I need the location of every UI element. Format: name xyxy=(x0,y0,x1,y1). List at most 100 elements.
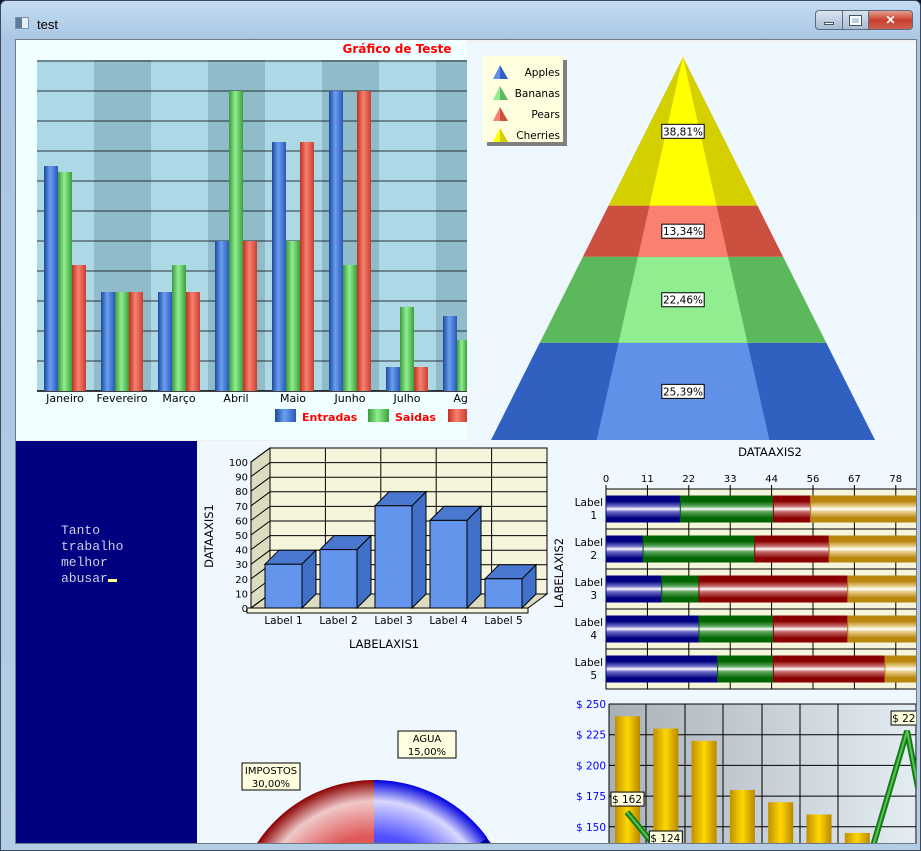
y-tick-label: 2 xyxy=(590,550,597,562)
data-label: $ 228 xyxy=(892,713,917,725)
bar-side xyxy=(411,490,427,610)
bar-saidas xyxy=(172,265,186,391)
value-label: 13,34% xyxy=(663,226,703,238)
x-tick-label: Maio xyxy=(280,392,306,405)
y-tick-label: 70 xyxy=(235,502,248,513)
memo-line: Tanto xyxy=(61,523,101,538)
maximize-button[interactable] xyxy=(842,10,869,30)
value-label: 38,81% xyxy=(663,126,703,138)
data-label: $ 124 xyxy=(650,833,680,844)
bar-series3 xyxy=(243,241,257,391)
bar-series3 xyxy=(414,367,428,391)
x-tick-label: Fevereiro xyxy=(97,392,148,405)
legend-swatch xyxy=(275,409,296,422)
bar-entradas xyxy=(101,292,115,391)
y-axis-title: LABELAXIS2 xyxy=(552,538,566,608)
bar xyxy=(844,832,870,843)
x-axis-title: LABELAXIS1 xyxy=(349,637,419,651)
y-tick-label: 10 xyxy=(235,589,248,600)
y-tick-label: Label xyxy=(575,497,603,509)
legend-label: Cherries xyxy=(516,130,560,142)
y-tick-label: 3 xyxy=(590,590,597,602)
bar xyxy=(806,814,832,843)
y-tick-label: $ 175 xyxy=(576,791,606,803)
y-tick-label: 100 xyxy=(229,458,248,469)
window-title: test xyxy=(37,17,58,32)
bar xyxy=(429,519,468,609)
bar-saidas xyxy=(286,241,300,391)
x-tick-label: Janeiro xyxy=(45,392,84,405)
y-tick-label: 30 xyxy=(235,560,248,571)
x-tick-label: Label 5 xyxy=(484,615,522,627)
pyramid-chart: 25,39% 22,46% 13,34% 38,81% Apples Bananas Pea… xyxy=(467,42,916,442)
y-tick-label: Label xyxy=(575,537,603,549)
stacked-bar-segment xyxy=(772,615,849,643)
y-tick-label: 4 xyxy=(590,630,597,642)
x-tick-label: 11 xyxy=(641,474,654,485)
legend-label: Bananas xyxy=(515,88,560,100)
x-tick-label: Label 1 xyxy=(264,615,302,627)
x-tick-label: Abril xyxy=(223,392,248,405)
stacked-bar-segment xyxy=(605,535,644,563)
bar xyxy=(319,549,358,609)
bar-entradas xyxy=(272,142,286,391)
bar xyxy=(374,505,413,609)
memo-text[interactable]: Tanto trabalho melhor abusar xyxy=(61,523,123,587)
y-tick-label: 1 xyxy=(590,510,597,522)
minimize-icon xyxy=(824,21,834,25)
app-window: test ✕ Janeiro Fevereiro Março Abril Maio Jun… xyxy=(0,0,921,851)
stacked-bar-segment xyxy=(754,535,830,563)
y-tick-label: Label xyxy=(575,657,603,669)
y-tick-label: 40 xyxy=(235,546,248,557)
bar-saidas xyxy=(343,265,357,391)
pie-label-pct: 30,00% xyxy=(252,779,290,790)
x-tick-label: 33 xyxy=(724,474,737,485)
x-tick-label: 67 xyxy=(848,474,861,485)
stacked-bar-segment xyxy=(847,615,916,643)
x-tick-label: 22 xyxy=(682,474,695,485)
value-label: 22,46% xyxy=(663,295,703,307)
y-tick-label: Label xyxy=(575,577,603,589)
stacked-bar-segment xyxy=(847,575,916,603)
x-axis-title: DATAAXIS2 xyxy=(738,445,802,459)
monthly-bar-chart: Janeiro Fevereiro Março Abril Maio Junho Julho… xyxy=(16,40,467,440)
x-tick-label: Ago xyxy=(453,392,467,405)
value-label: 25,39% xyxy=(663,386,703,398)
x-tick-label: 44 xyxy=(765,474,778,485)
y-tick-label: $ 225 xyxy=(576,730,606,742)
minimize-button[interactable] xyxy=(815,10,843,30)
stacked-and-combo-panel: 0 11 22 33 44 56 67 78 Label 1 Label 2 Label 3 Label 4 L… xyxy=(552,441,917,844)
bar-saidas xyxy=(229,91,243,391)
bar-entradas xyxy=(386,367,400,391)
memo-line: abusar xyxy=(61,571,108,586)
bar-entradas xyxy=(44,166,58,391)
bar-entradas xyxy=(329,91,343,391)
memo-panel[interactable]: Tanto trabalho melhor abusar xyxy=(16,441,197,843)
close-button[interactable]: ✕ xyxy=(868,10,913,30)
pie-slice-agua xyxy=(374,780,488,843)
y-tick-label: 60 xyxy=(235,516,248,527)
bar-entradas xyxy=(215,241,229,391)
bar-series3 xyxy=(129,292,143,391)
bar xyxy=(264,563,303,609)
y-axis-title: DATAAXIS1 xyxy=(202,504,216,568)
x-tick-label: Março xyxy=(162,392,196,405)
stacked-bar-segment xyxy=(810,495,916,523)
bar-series3 xyxy=(357,91,371,391)
title-bar[interactable]: test ✕ xyxy=(1,1,920,39)
stacked-bar-segment xyxy=(605,575,663,603)
bar-saidas xyxy=(115,292,129,391)
stacked-bar-segment xyxy=(828,535,916,563)
pie-label-pct: 15,00% xyxy=(408,747,446,758)
client-area: Janeiro Fevereiro Março Abril Maio Junho Julho… xyxy=(15,39,917,844)
y-tick-label: $ 200 xyxy=(576,760,606,772)
y-tick-label: 90 xyxy=(235,473,248,484)
bar-series3 xyxy=(186,292,200,391)
x-tick-label: 78 xyxy=(889,474,902,485)
x-tick-label: 0 xyxy=(603,474,609,485)
stacked-bar-segment xyxy=(698,615,774,643)
stacked-bar-segment xyxy=(642,535,756,563)
legend-label: Saidas xyxy=(395,411,436,424)
legend-label: Pears xyxy=(531,109,560,121)
stacked-bar-segment xyxy=(772,495,812,523)
